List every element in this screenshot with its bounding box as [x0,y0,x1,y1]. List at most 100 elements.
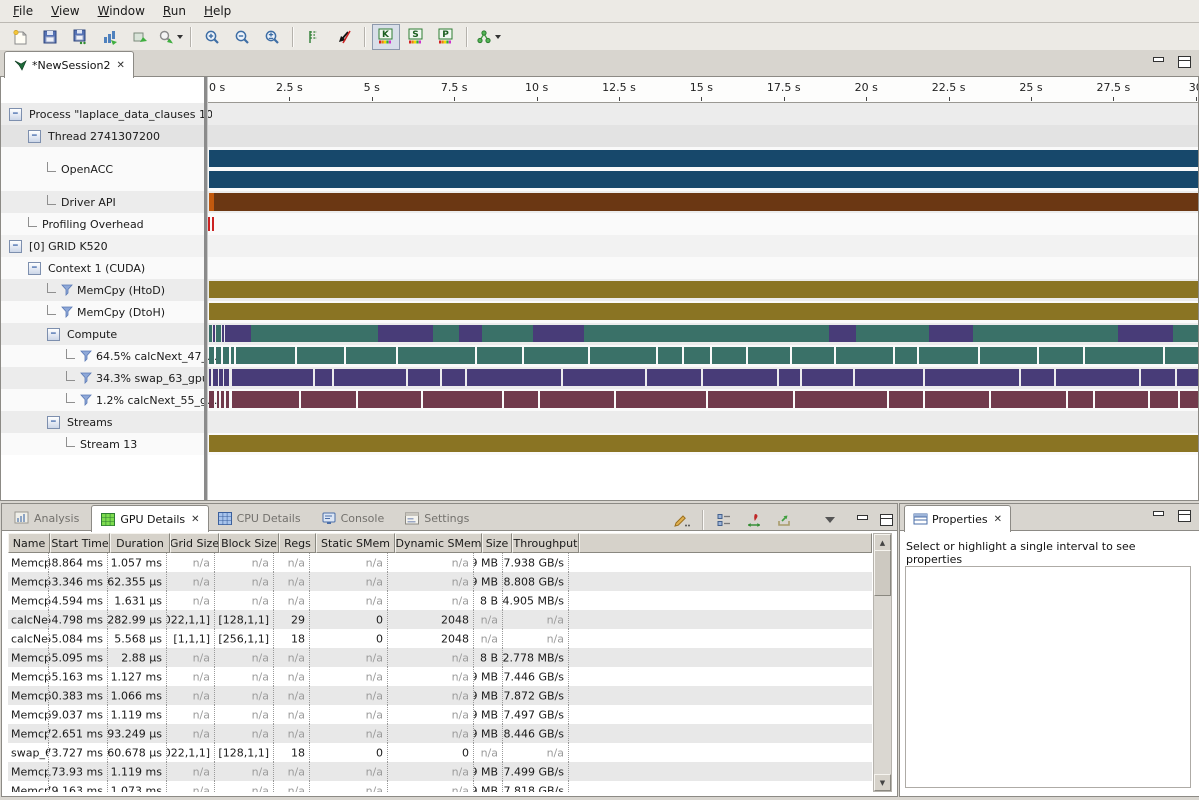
timeline-interval-bar[interactable] [895,347,917,364]
save-all-button[interactable] [66,24,94,50]
timeline-interval-bar[interactable] [216,325,220,342]
timeline-row-memcpy-htod[interactable]: MemCpy (HtoD) [1,279,1198,301]
timeline-interval-bar[interactable] [802,369,854,386]
timeline-row-track[interactable] [207,191,1198,213]
timeline-interval-bar[interactable] [524,347,588,364]
timeline-interval-bar[interactable] [991,391,1066,408]
timeline-interval-bar[interactable] [856,325,929,342]
timeline-interval-bar[interactable] [223,347,229,364]
timeline-interval-bar[interactable] [346,347,395,364]
timeline-row-track[interactable] [207,411,1198,433]
view-menu-button[interactable] [816,507,844,533]
menu-help[interactable]: Help [195,1,240,21]
timeline-interval-bar[interactable] [213,369,218,386]
timeline-maximize-icon[interactable] [1177,56,1191,68]
pc-mode-button[interactable]: P [432,24,460,50]
table-row[interactable]: Memcp160.383 ms1.066 msn/an/an/an/an/a9 … [8,686,872,705]
timeline-interval-bar[interactable] [855,369,923,386]
source-mode-button[interactable]: S [402,24,430,50]
timeline-row-memcpy-dtoh[interactable]: MemCpy (DtoH) [1,301,1198,323]
table-row[interactable]: Memcp179.163 ms1.073 msn/an/an/an/an/a9 … [8,781,872,792]
timeline-interval-bar[interactable] [209,171,1198,188]
column-header-name[interactable]: Name [8,533,50,553]
timeline-row-track[interactable] [207,367,1198,389]
tab-gpu-details[interactable]: GPU Details✕ [91,505,208,532]
timeline-interval-bar[interactable] [563,369,645,386]
timeline-interval-bar[interactable] [829,325,855,342]
column-header-grid-size[interactable]: Grid Size [170,533,219,553]
timeline-interval-bar[interactable] [1141,369,1175,386]
timeline-interval-bar[interactable] [666,325,697,342]
timeline-interval-bar[interactable] [616,391,705,408]
timeline-interval-bar[interactable] [1177,369,1198,386]
menu-file[interactable]: File [4,1,42,21]
timeline-interval-bar[interactable] [590,347,655,364]
timeline-interval-bar[interactable] [251,325,293,342]
timeline-interval-bar[interactable] [1095,391,1148,408]
timeline-interval-bar[interactable] [540,391,615,408]
timeline-row-process-laplace-data-clauses-10[interactable]: −Process "laplace_data_clauses 10... [1,103,1198,125]
timeline-row-compute[interactable]: −Compute [1,323,1198,345]
timeline-row-driver-api[interactable]: Driver API [1,191,1198,213]
tab-cpu-details[interactable]: CPU Details [209,505,313,532]
timeline-interval-bar[interactable] [209,281,1198,298]
timeline-row-label[interactable]: −[0] GRID K520 [1,235,212,257]
details-minimize-icon[interactable] [855,514,869,526]
timeline-interval-bar[interactable] [226,391,229,408]
timeline-interval-bar[interactable] [219,369,223,386]
timeline-interval-bar[interactable] [213,325,215,342]
tree-collapse-icon[interactable]: − [28,130,41,143]
kernel-mode-button[interactable]: K [372,24,400,50]
timeline-interval-bar[interactable] [708,391,794,408]
timeline-interval-bar[interactable] [1039,347,1084,364]
table-row[interactable]: Memcp155.095 ms2.88 µsn/an/an/an/an/a8 B… [8,648,872,667]
tree-collapse-icon[interactable]: − [28,262,41,275]
timeline-interval-bar[interactable] [1141,325,1173,342]
timeline-interval-bar[interactable] [297,347,344,364]
timeline-interval-bar[interactable] [684,347,710,364]
timeline-interval-bar[interactable] [482,325,534,342]
timeline-row-1-2-calcnext-55-g[interactable]: 1.2% calcNext_55_g... [1,389,1198,411]
timeline-interval-bar[interactable] [795,391,887,408]
timeline-interval-bar[interactable] [584,325,666,342]
timeline-row-track[interactable] [207,257,1198,279]
timeline-interval-bar[interactable] [779,369,799,386]
timeline-interval-bar[interactable] [477,347,522,364]
export-tray-button[interactable] [770,507,798,533]
session-tab-close-icon[interactable]: ✕ [116,60,124,71]
timeline-interval-bar[interactable] [836,347,893,364]
timeline-row-track[interactable] [207,235,1198,257]
tab-settings[interactable]: Settings [396,505,481,532]
timeline-interval-bar[interactable] [504,391,538,408]
timeline-ruler[interactable]: 0 s2.5 s5 s7.5 s10 s12.5 s15 s17.5 s20 s… [207,77,1198,103]
timeline-interval-bar[interactable] [212,217,214,231]
table-row[interactable]: Memcp148.864 ms1.057 msn/an/an/an/an/a9 … [8,553,872,572]
table-row[interactable]: Memcp169.037 ms1.119 msn/an/an/an/an/a9 … [8,705,872,724]
timeline-interval-bar[interactable] [919,347,978,364]
run-analysis-button[interactable] [156,24,184,50]
table-row[interactable]: swap_6173.727 ms60.678 µs[1022,1,1][128,… [8,743,872,762]
timeline-row-track[interactable] [207,125,1198,147]
tree-collapse-icon[interactable]: − [47,328,60,341]
timeline-interval-bar[interactable] [1056,369,1139,386]
column-header-regs[interactable]: Regs [279,533,316,553]
timeline-row-track[interactable] [207,279,1198,301]
dropdown-caret-icon[interactable] [495,35,501,39]
menu-window[interactable]: Window [89,1,154,21]
timeline-row-track[interactable] [207,103,1198,125]
timeline-interval-bar[interactable] [1024,325,1052,342]
column-header-start-time[interactable]: Start Time [50,533,110,553]
timeline-interval-bar[interactable] [398,347,476,364]
zoom-in-button[interactable] [198,24,226,50]
timeline-interval-bar[interactable] [209,193,1198,211]
timeline-interval-bar[interactable] [925,369,1019,386]
table-row[interactable]: Memcp154.594 ms1.631 µsn/an/an/an/an/a8 … [8,591,872,610]
timeline-interval-bar[interactable] [467,369,561,386]
timeline-row-label[interactable]: −Thread 2741307200 [1,125,231,147]
tree-collapse-icon[interactable]: − [9,108,22,121]
timeline-interval-bar[interactable] [378,325,433,342]
timeline-row-track[interactable] [207,323,1198,345]
timeline-row-34-3-swap-63-gpu[interactable]: 34.3% swap_63_gpu [1,367,1198,389]
table-row[interactable]: Memcp173.93 ms1.119 msn/an/an/an/an/a9 M… [8,762,872,781]
timeline-row-track[interactable] [207,389,1198,411]
